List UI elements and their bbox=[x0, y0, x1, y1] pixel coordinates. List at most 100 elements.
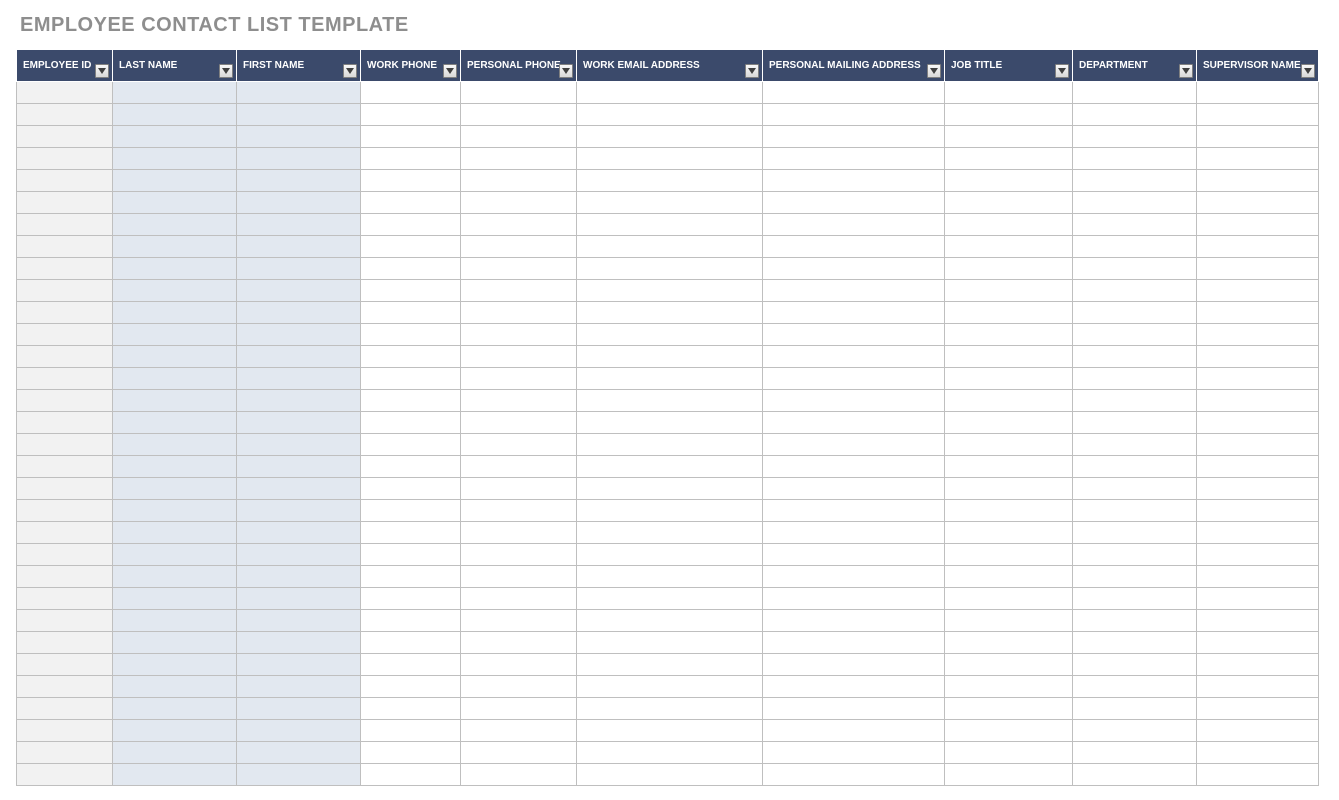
cell[interactable] bbox=[1073, 632, 1197, 654]
cell[interactable] bbox=[113, 698, 237, 720]
cell[interactable] bbox=[945, 500, 1073, 522]
cell[interactable] bbox=[17, 170, 113, 192]
cell[interactable] bbox=[945, 412, 1073, 434]
cell[interactable] bbox=[1073, 170, 1197, 192]
cell[interactable] bbox=[17, 764, 113, 786]
cell[interactable] bbox=[945, 126, 1073, 148]
cell[interactable] bbox=[945, 82, 1073, 104]
cell[interactable] bbox=[361, 566, 461, 588]
cell[interactable] bbox=[1073, 258, 1197, 280]
cell[interactable] bbox=[361, 236, 461, 258]
cell[interactable] bbox=[17, 676, 113, 698]
cell[interactable] bbox=[17, 104, 113, 126]
cell[interactable] bbox=[361, 302, 461, 324]
cell[interactable] bbox=[113, 148, 237, 170]
cell[interactable] bbox=[577, 434, 763, 456]
cell[interactable] bbox=[17, 126, 113, 148]
cell[interactable] bbox=[1073, 434, 1197, 456]
cell[interactable] bbox=[1073, 280, 1197, 302]
cell[interactable] bbox=[461, 676, 577, 698]
cell[interactable] bbox=[113, 764, 237, 786]
cell[interactable] bbox=[577, 610, 763, 632]
cell[interactable] bbox=[113, 720, 237, 742]
cell[interactable] bbox=[461, 324, 577, 346]
cell[interactable] bbox=[113, 456, 237, 478]
cell[interactable] bbox=[361, 742, 461, 764]
cell[interactable] bbox=[1197, 368, 1319, 390]
cell[interactable] bbox=[763, 390, 945, 412]
column-header-department[interactable]: DEPARTMENT bbox=[1073, 50, 1197, 82]
cell[interactable] bbox=[945, 478, 1073, 500]
cell[interactable] bbox=[113, 280, 237, 302]
cell[interactable] bbox=[577, 192, 763, 214]
cell[interactable] bbox=[113, 610, 237, 632]
cell[interactable] bbox=[113, 346, 237, 368]
cell[interactable] bbox=[461, 192, 577, 214]
cell[interactable] bbox=[461, 698, 577, 720]
cell[interactable] bbox=[763, 610, 945, 632]
cell[interactable] bbox=[113, 478, 237, 500]
cell[interactable] bbox=[1073, 742, 1197, 764]
cell[interactable] bbox=[577, 588, 763, 610]
cell[interactable] bbox=[763, 742, 945, 764]
filter-dropdown-icon[interactable] bbox=[927, 64, 941, 78]
cell[interactable] bbox=[361, 214, 461, 236]
cell[interactable] bbox=[1197, 126, 1319, 148]
cell[interactable] bbox=[577, 764, 763, 786]
cell[interactable] bbox=[461, 588, 577, 610]
cell[interactable] bbox=[763, 478, 945, 500]
cell[interactable] bbox=[113, 544, 237, 566]
cell[interactable] bbox=[1073, 610, 1197, 632]
cell[interactable] bbox=[945, 346, 1073, 368]
cell[interactable] bbox=[361, 170, 461, 192]
cell[interactable] bbox=[763, 170, 945, 192]
cell[interactable] bbox=[461, 742, 577, 764]
cell[interactable] bbox=[1197, 478, 1319, 500]
cell[interactable] bbox=[461, 82, 577, 104]
cell[interactable] bbox=[1073, 390, 1197, 412]
cell[interactable] bbox=[461, 236, 577, 258]
cell[interactable] bbox=[1073, 368, 1197, 390]
cell[interactable] bbox=[461, 346, 577, 368]
cell[interactable] bbox=[17, 588, 113, 610]
cell[interactable] bbox=[1197, 544, 1319, 566]
column-header-personal-mailing-address[interactable]: PERSONAL MAILING ADDRESS bbox=[763, 50, 945, 82]
cell[interactable] bbox=[17, 302, 113, 324]
cell[interactable] bbox=[113, 654, 237, 676]
cell[interactable] bbox=[945, 324, 1073, 346]
cell[interactable] bbox=[945, 610, 1073, 632]
filter-dropdown-icon[interactable] bbox=[1055, 64, 1069, 78]
cell[interactable] bbox=[577, 632, 763, 654]
cell[interactable] bbox=[1197, 170, 1319, 192]
cell[interactable] bbox=[461, 214, 577, 236]
cell[interactable] bbox=[237, 346, 361, 368]
cell[interactable] bbox=[113, 500, 237, 522]
cell[interactable] bbox=[237, 258, 361, 280]
cell[interactable] bbox=[1073, 456, 1197, 478]
cell[interactable] bbox=[577, 280, 763, 302]
cell[interactable] bbox=[945, 192, 1073, 214]
cell[interactable] bbox=[577, 676, 763, 698]
cell[interactable] bbox=[17, 390, 113, 412]
cell[interactable] bbox=[945, 544, 1073, 566]
cell[interactable] bbox=[763, 412, 945, 434]
cell[interactable] bbox=[1197, 434, 1319, 456]
cell[interactable] bbox=[1073, 346, 1197, 368]
cell[interactable] bbox=[1073, 478, 1197, 500]
cell[interactable] bbox=[17, 434, 113, 456]
cell[interactable] bbox=[1197, 412, 1319, 434]
cell[interactable] bbox=[945, 522, 1073, 544]
cell[interactable] bbox=[577, 412, 763, 434]
cell[interactable] bbox=[763, 434, 945, 456]
cell[interactable] bbox=[1073, 214, 1197, 236]
cell[interactable] bbox=[237, 434, 361, 456]
cell[interactable] bbox=[113, 390, 237, 412]
cell[interactable] bbox=[361, 390, 461, 412]
cell[interactable] bbox=[237, 324, 361, 346]
cell[interactable] bbox=[237, 610, 361, 632]
cell[interactable] bbox=[461, 390, 577, 412]
cell[interactable] bbox=[361, 676, 461, 698]
cell[interactable] bbox=[237, 170, 361, 192]
cell[interactable] bbox=[17, 544, 113, 566]
cell[interactable] bbox=[577, 82, 763, 104]
